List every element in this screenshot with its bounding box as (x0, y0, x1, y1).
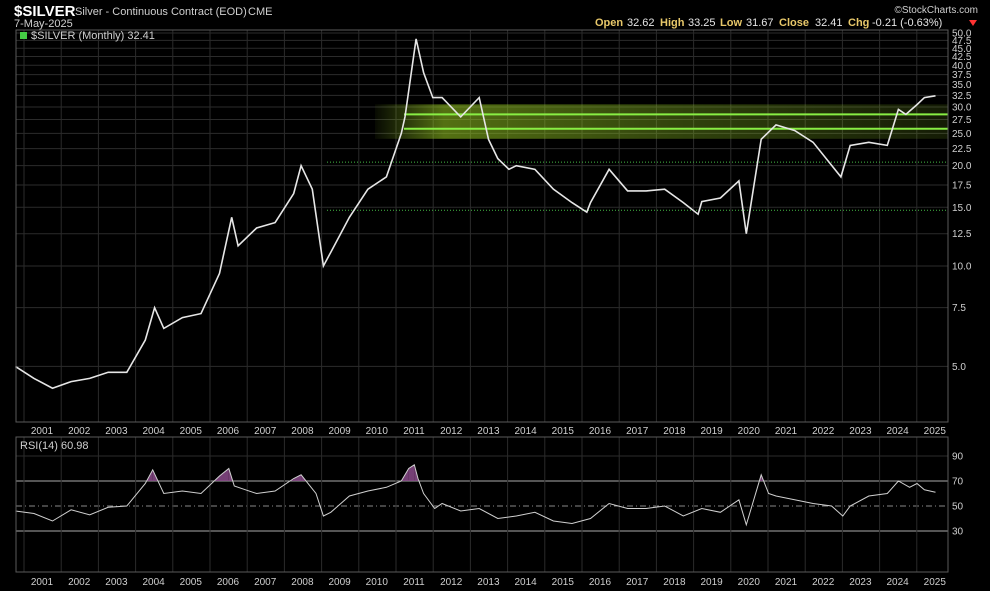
price-x-tick-label: 2020 (738, 426, 761, 437)
price-y-tick-label: 32.5 (952, 91, 972, 102)
price-y-tick-label: 12.5 (952, 229, 972, 240)
rsi-x-tick-label: 2004 (142, 577, 165, 588)
rsi-x-tick-label: 2003 (105, 577, 128, 588)
price-x-tick-label: 2023 (849, 426, 872, 437)
low-label: Low (720, 17, 742, 29)
rsi-x-tick-label: 2016 (589, 577, 612, 588)
price-x-tick-label: 2019 (700, 426, 723, 437)
price-x-tick-label: 2008 (291, 426, 314, 437)
price-y-tick-label: 35.0 (952, 80, 972, 91)
rsi-panel-frame (15, 436, 949, 573)
rsi-x-tick-label: 2011 (403, 577, 425, 588)
price-y-tick-label: 27.5 (952, 115, 972, 126)
rsi-legend: RSI(14) 60.98 (20, 440, 88, 452)
chart-description: Silver - Continuous Contract (EOD) (75, 6, 247, 18)
rsi-x-tick-label: 2006 (217, 577, 240, 588)
price-x-tick-label: 2003 (105, 426, 128, 437)
rsi-x-tick-label: 2018 (663, 577, 686, 588)
price-x-tick-label: 2002 (68, 426, 91, 437)
rsi-x-tick-label: 2013 (477, 577, 500, 588)
rsi-x-tick-label: 2017 (626, 577, 649, 588)
price-x-tick-label: 2009 (328, 426, 351, 437)
open-label: Open (595, 17, 623, 29)
support-band-glow (375, 104, 948, 139)
price-legend: $SILVER (Monthly) 32.41 (31, 30, 155, 42)
rsi-x-tick-label: 2021 (775, 577, 798, 588)
price-y-tick-label: 25.0 (952, 129, 972, 140)
close-value: 32.41 (815, 17, 843, 29)
price-x-tick-label: 2013 (477, 426, 500, 437)
price-y-tick-label: 22.5 (952, 144, 972, 155)
rsi-x-tick-label: 2012 (440, 577, 463, 588)
legend-swatch-icon (20, 32, 27, 39)
price-grid (16, 30, 948, 422)
price-y-tick-label: 17.5 (952, 180, 972, 191)
rsi-x-tick-label: 2024 (886, 577, 909, 588)
price-x-tick-label: 2022 (812, 426, 835, 437)
price-x-tick-label: 2025 (924, 426, 947, 437)
price-y-tick-label: 5.0 (952, 362, 966, 373)
price-y-tick-label: 15.0 (952, 203, 972, 214)
price-x-tick-label: 2017 (626, 426, 649, 437)
open-value: 32.62 (627, 17, 655, 29)
price-x-ticks: 2001 2002 2003 2004 2005 2006 2007 2008 2009 2010… (31, 426, 946, 437)
rsi-y-ticks: 90 70 50 30 (952, 452, 964, 538)
high-label: High (660, 17, 685, 29)
chg-label: Chg (848, 17, 869, 29)
price-x-tick-label: 2018 (663, 426, 686, 437)
down-arrow-icon (969, 20, 977, 26)
price-x-tick-label: 2016 (589, 426, 612, 437)
price-x-tick-label: 2006 (217, 426, 240, 437)
price-panel-frame (15, 29, 949, 423)
price-y-tick-label: 30.0 (952, 102, 972, 113)
price-x-tick-label: 2007 (254, 426, 277, 437)
silver-chart: $SILVER Silver - Continuous Contract (EO… (14, 3, 978, 588)
price-series-line (14, 38, 936, 390)
rsi-x-tick-label: 2010 (366, 577, 389, 588)
price-x-tick-label: 2014 (514, 426, 537, 437)
price-x-tick-label: 2012 (440, 426, 463, 437)
price-x-tick-label: 2015 (552, 426, 575, 437)
rsi-x-tick-label: 2009 (328, 577, 351, 588)
price-y-tick-label: 7.5 (952, 303, 966, 314)
price-y-ticks: 50.047.545.042.540.037.535.032.530.027.5… (952, 29, 972, 373)
rsi-x-ticks: 2001 2002 2003 2004 2005 2006 2007 2008 2009 2010… (31, 577, 946, 588)
rsi-x-tick-label: 2001 (31, 577, 54, 588)
price-x-tick-label: 2010 (366, 426, 389, 437)
rsi-y-tick-label: 70 (952, 477, 964, 488)
chart-exchange: CME (248, 6, 272, 18)
price-x-tick-label: 2024 (886, 426, 909, 437)
rsi-grid (16, 437, 948, 572)
rsi-y-tick-label: 90 (952, 452, 964, 463)
price-x-tick-label: 2011 (403, 426, 425, 437)
rsi-x-tick-label: 2025 (924, 577, 947, 588)
chg-value: -0.21 (-0.63%) (872, 17, 942, 29)
price-x-tick-label: 2001 (31, 426, 54, 437)
rsi-y-tick-label: 30 (952, 527, 964, 538)
rsi-x-tick-label: 2020 (738, 577, 761, 588)
rsi-x-tick-label: 2002 (68, 577, 91, 588)
price-levels (327, 113, 948, 211)
rsi-y-tick-label: 50 (952, 502, 964, 513)
low-value: 31.67 (746, 17, 774, 29)
price-x-tick-label: 2005 (180, 426, 203, 437)
rsi-x-tick-label: 2014 (514, 577, 537, 588)
rsi-x-tick-label: 2023 (849, 577, 872, 588)
rsi-x-tick-label: 2005 (180, 577, 203, 588)
rsi-x-tick-label: 2019 (700, 577, 723, 588)
rsi-x-tick-label: 2007 (254, 577, 277, 588)
chart-date: 7-May-2025 (14, 18, 73, 30)
rsi-x-tick-label: 2008 (291, 577, 314, 588)
price-x-tick-label: 2021 (775, 426, 798, 437)
rsi-x-tick-label: 2015 (552, 577, 575, 588)
rsi-x-tick-label: 2022 (812, 577, 835, 588)
high-value: 33.25 (688, 17, 716, 29)
close-label: Close (779, 17, 809, 29)
brand-watermark: ©StockCharts.com (894, 5, 978, 16)
rsi-overbought-fill (146, 464, 764, 481)
price-x-tick-label: 2004 (142, 426, 165, 437)
price-y-tick-label: 20.0 (952, 161, 972, 172)
price-y-tick-label: 10.0 (952, 262, 972, 273)
